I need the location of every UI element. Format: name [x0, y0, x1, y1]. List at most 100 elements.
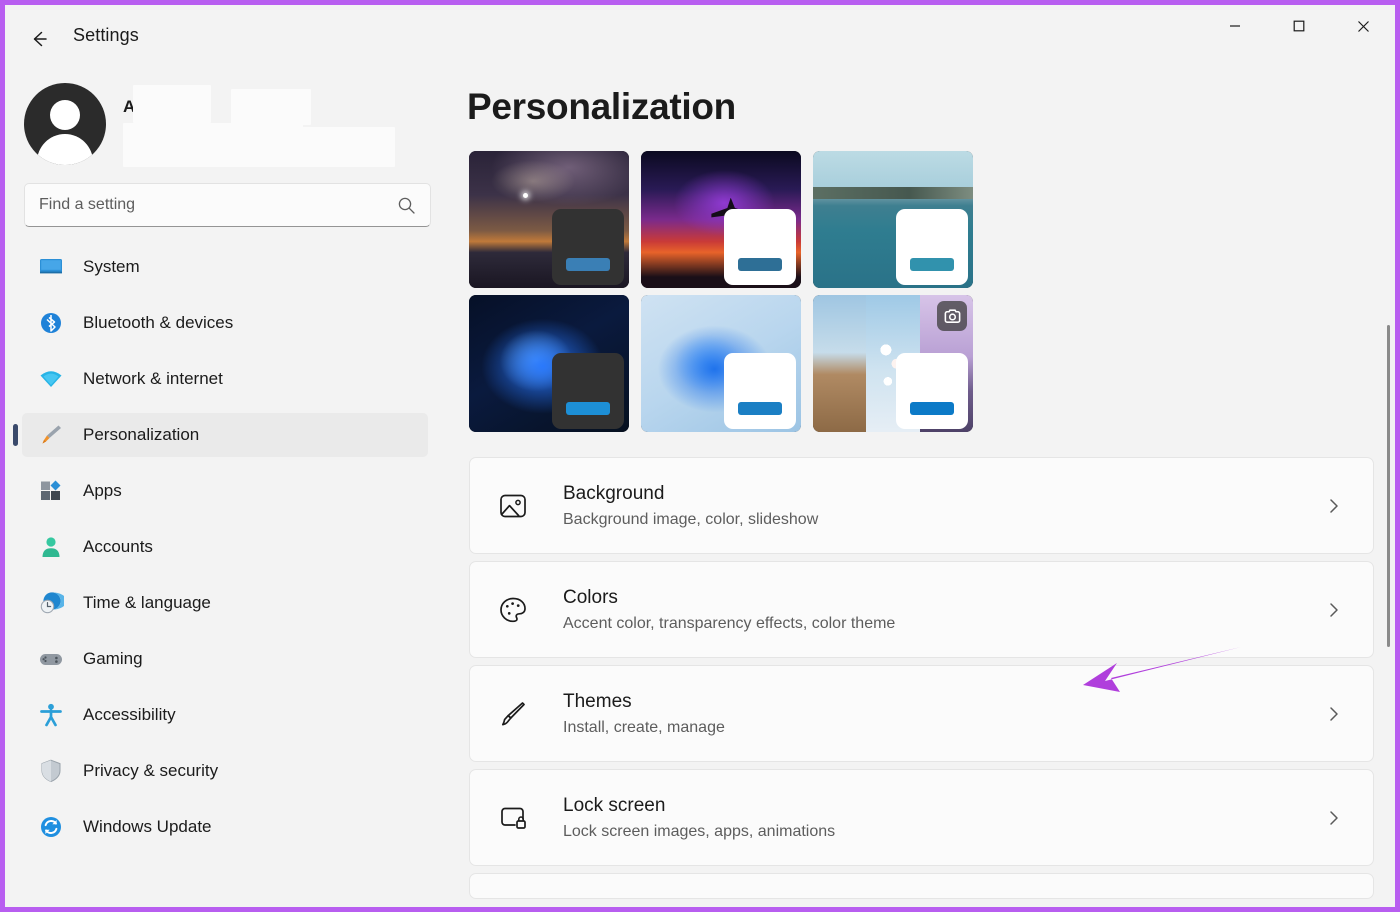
clock-globe-icon: [37, 589, 65, 617]
sidebar-item-apps[interactable]: Apps: [22, 469, 428, 513]
paintbrush-icon: [42, 425, 61, 444]
settings-row-themes[interactable]: Themes Install, create, manage: [469, 665, 1374, 762]
taskbar-preview: [552, 209, 624, 285]
settings-list: Background Background image, color, slide…: [469, 457, 1374, 899]
camera-badge-icon: [937, 301, 967, 331]
settings-row-title: Colors: [563, 586, 618, 608]
bluetooth-icon: [37, 309, 65, 337]
theme-bloom-light[interactable]: [641, 295, 801, 432]
theme-grid: [469, 151, 1395, 432]
main-content: Personalization Background Background ima…: [450, 73, 1395, 907]
settings-row-partial[interactable]: [469, 873, 1374, 899]
accent-swatch: [566, 258, 610, 271]
sidebar-item-label: Windows Update: [83, 817, 212, 836]
search-input[interactable]: [39, 196, 397, 214]
sidebar-item-personalization[interactable]: Personalization: [22, 413, 428, 457]
sidebar-item-label: Time & language: [83, 593, 211, 612]
refresh-circle-icon: [37, 813, 65, 841]
window-controls: [1203, 5, 1395, 47]
accent-swatch: [738, 258, 782, 271]
sidebar-item-gaming[interactable]: Gaming: [22, 637, 428, 681]
sidebar-item-privacy-security[interactable]: Privacy & security: [22, 749, 428, 793]
taskbar-preview: [896, 353, 968, 429]
camera-icon: [944, 308, 960, 323]
settings-window: Settings A S: [0, 0, 1400, 912]
settings-row-subtitle: Lock screen images, apps, animations: [563, 822, 836, 840]
sidebar-item-label: Network & internet: [83, 369, 223, 388]
lock-screen-icon: [501, 807, 526, 829]
sidebar-item-accounts[interactable]: Accounts: [22, 525, 428, 569]
sidebar-item-label: System: [83, 257, 140, 276]
sidebar-item-network-internet[interactable]: Network & internet: [22, 357, 428, 401]
sidebar-item-time-language[interactable]: Time & language: [22, 581, 428, 625]
sidebar-item-label: Apps: [83, 481, 122, 500]
settings-row-title: Background: [563, 482, 665, 504]
chevron-right-icon: [1330, 706, 1338, 721]
search-box[interactable]: [24, 183, 431, 227]
settings-row-text: Colors Accent color, transparency effects…: [563, 587, 1325, 633]
settings-row-background[interactable]: Background Background image, color, slide…: [469, 457, 1374, 554]
sidebar-item-label: Accounts: [83, 537, 153, 556]
search-icon: [398, 197, 415, 214]
settings-row-text: Background Background image, color, slide…: [563, 483, 1325, 529]
sidebar-item-windows-update[interactable]: Windows Update: [22, 805, 428, 849]
settings-row-subtitle: Accent color, transparency effects, colo…: [563, 614, 896, 632]
maximize-button[interactable]: [1267, 5, 1331, 47]
redaction-block: [123, 122, 303, 165]
accent-swatch: [910, 258, 954, 271]
sidebar-item-label: Personalization: [83, 425, 200, 444]
sidebar-item-label: Gaming: [83, 649, 143, 668]
accessibility-person-icon: [40, 703, 62, 727]
gamepad-icon: [37, 645, 65, 673]
taskbar-preview: [896, 209, 968, 285]
avatar: [24, 82, 106, 165]
theme-slideshow[interactable]: [813, 295, 973, 432]
settings-row-lock-screen[interactable]: Lock screen Lock screen images, apps, ani…: [469, 769, 1374, 866]
title-bar: Settings: [5, 5, 1395, 73]
theme-airplane[interactable]: [641, 151, 801, 288]
scrollbar-thumb[interactable]: [1387, 325, 1390, 647]
theme-night-sky[interactable]: [469, 151, 629, 288]
wifi-icon: [40, 371, 62, 387]
sidebar-item-label: Bluetooth & devices: [83, 313, 234, 332]
sidebar: A S System Bluetooth & devices Network & i…: [5, 73, 450, 907]
lock-screen-icon: [496, 801, 530, 835]
settings-row-colors[interactable]: Colors Accent color, transparency effects…: [469, 561, 1374, 658]
brush-icon: [501, 701, 525, 725]
gamepad-icon: [40, 654, 62, 665]
picture-icon: [500, 494, 526, 517]
palette-icon: [500, 597, 526, 622]
accessibility-person-icon: [37, 701, 65, 729]
account-section[interactable]: A S: [5, 73, 450, 169]
back-arrow-icon: [33, 31, 47, 47]
accent-swatch: [738, 402, 782, 415]
minimize-button[interactable]: [1203, 5, 1267, 47]
settings-row-subtitle: Install, create, manage: [563, 718, 725, 736]
monitor-icon: [37, 253, 65, 281]
chevron-right-icon: [1330, 602, 1338, 617]
theme-lake[interactable]: [813, 151, 973, 288]
minimize-icon: [1230, 25, 1240, 27]
shield-icon: [41, 759, 61, 783]
sidebar-item-accessibility[interactable]: Accessibility: [22, 693, 428, 737]
back-button[interactable]: [19, 19, 59, 59]
palette-icon: [496, 593, 530, 627]
close-button[interactable]: [1331, 5, 1395, 47]
settings-row-title: Lock screen: [563, 794, 666, 816]
settings-row-title: Themes: [563, 690, 632, 712]
chevron-right-icon: [1325, 497, 1343, 515]
sidebar-item-system[interactable]: System: [22, 245, 428, 289]
wifi-icon: [37, 365, 65, 393]
chevron-right-icon: [1330, 810, 1338, 825]
maximize-icon: [1293, 20, 1305, 32]
settings-row-text: Themes Install, create, manage: [563, 691, 1325, 737]
sidebar-item-bluetooth-devices[interactable]: Bluetooth & devices: [22, 301, 428, 345]
theme-bloom-dark[interactable]: [469, 295, 629, 432]
app-title: Settings: [73, 25, 139, 45]
person-icon: [42, 537, 60, 557]
chevron-right-icon: [1325, 601, 1343, 619]
taskbar-preview: [724, 209, 796, 285]
page-title: Personalization: [467, 86, 736, 127]
person-icon: [37, 533, 65, 561]
refresh-circle-icon: [41, 817, 61, 837]
